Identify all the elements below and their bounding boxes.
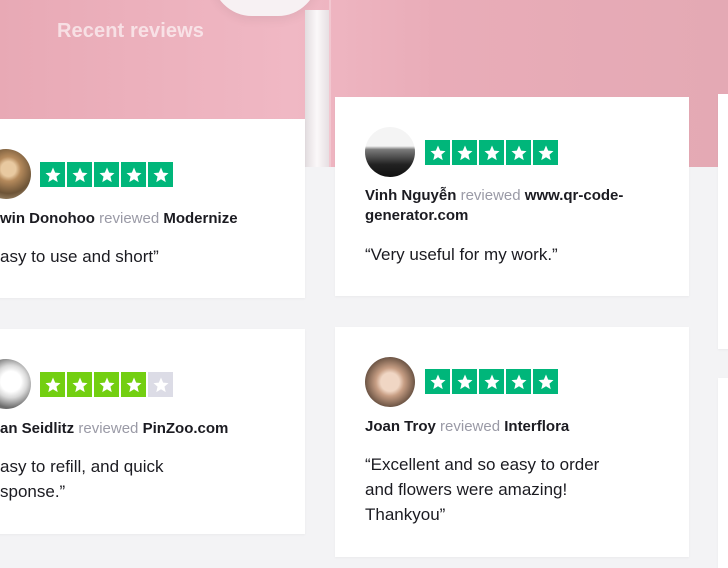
reviewer-line: Vinh Nguyễn reviewed www.qr-code- (365, 186, 623, 206)
star-icon (121, 372, 146, 397)
star-icon (425, 369, 450, 394)
star-icon (479, 140, 504, 165)
star-icon (533, 140, 558, 165)
company-name[interactable]: Interflora (504, 418, 569, 435)
review-text-line: sponse.” (0, 482, 66, 501)
star-icon (40, 372, 65, 397)
star-icon (121, 162, 146, 187)
star-icon (67, 162, 92, 187)
star-icon (452, 369, 477, 394)
star-icon (40, 162, 65, 187)
lamp-shade-image (212, 0, 318, 16)
review-text-line: “Excellent and so easy to order (365, 455, 600, 474)
star-rating (425, 369, 558, 394)
star-icon (148, 162, 173, 187)
reviewer-line: an Seidlitz reviewed PinZoo.com (0, 419, 228, 439)
star-icon (425, 140, 450, 165)
reviewed-label: reviewed (78, 420, 139, 437)
reviewer-name[interactable]: an Seidlitz (0, 420, 74, 437)
reviewer-name[interactable]: win Donohoo (0, 210, 95, 227)
star-icon (533, 369, 558, 394)
reviewer-line: win Donohoo reviewed Modernize (0, 209, 238, 229)
reviewed-label: reviewed (440, 418, 501, 435)
star-icon (67, 372, 92, 397)
star-icon (452, 140, 477, 165)
review-text-line: Thankyou” (365, 505, 446, 524)
star-icon (94, 372, 119, 397)
reviewed-label: reviewed (99, 210, 160, 227)
reviewer-name[interactable]: Vinh Nguyễn (365, 187, 456, 204)
reviewer-name[interactable]: Joan Troy (365, 418, 436, 435)
star-icon (94, 162, 119, 187)
review-card[interactable]: win Donohoo reviewed Modernize asy to us… (0, 119, 305, 298)
company-name[interactable]: www.qr-code- (525, 187, 624, 204)
star-icon (148, 372, 173, 397)
review-text-line: and flowers were amazing! (365, 480, 568, 499)
wall-edge (329, 0, 331, 167)
star-rating (40, 162, 173, 187)
company-name[interactable]: PinZoo.com (143, 420, 229, 437)
star-rating (425, 140, 558, 165)
review-card-partial[interactable] (718, 94, 728, 349)
star-rating (40, 372, 173, 397)
review-text: asy to use and short” (0, 247, 159, 266)
star-icon (506, 369, 531, 394)
reviewer-line: Joan Troy reviewed Interflora (365, 417, 569, 437)
section-title: Recent reviews (57, 20, 205, 42)
star-icon (506, 140, 531, 165)
review-text: “Very useful for my work.” (365, 245, 558, 264)
reviewed-label: reviewed (460, 187, 521, 204)
review-text-line: asy to refill, and quick (0, 457, 164, 476)
star-icon (479, 369, 504, 394)
company-name[interactable]: Modernize (163, 210, 237, 227)
avatar (0, 149, 31, 199)
avatar (365, 357, 415, 407)
avatar (0, 359, 31, 409)
company-name-continued[interactable]: generator.com (365, 206, 468, 226)
review-card[interactable]: an Seidlitz reviewed PinZoo.com asy to r… (0, 329, 305, 534)
review-card-partial[interactable] (718, 378, 728, 568)
review-card[interactable]: Joan Troy reviewed Interflora “Excellent… (335, 327, 689, 557)
review-card[interactable]: Vinh Nguyễn reviewed www.qr-code- genera… (335, 97, 689, 296)
lamp-pole-image (305, 10, 329, 167)
avatar (365, 127, 415, 177)
